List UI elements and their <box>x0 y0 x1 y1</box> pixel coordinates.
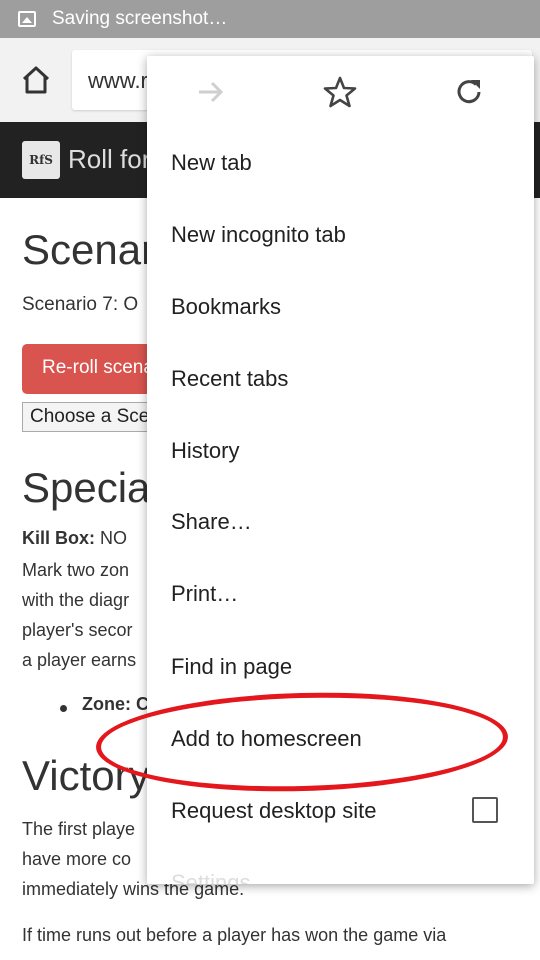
request-desktop-checkbox[interactable] <box>472 797 498 823</box>
image-icon <box>18 11 36 27</box>
refresh-icon[interactable] <box>451 74 487 110</box>
menu-item-history[interactable]: History <box>147 417 534 489</box>
status-bar: Saving screenshot… <box>0 0 540 38</box>
site-logo-text: RfS <box>29 153 53 167</box>
menu-item-add-to-homescreen[interactable]: Add to homescreen <box>147 705 534 777</box>
menu-item-print[interactable]: Print… <box>147 560 534 632</box>
menu-icon-row <box>147 56 534 128</box>
menu-item-new-tab[interactable]: New tab <box>147 129 534 201</box>
request-desktop-label: Request desktop site <box>171 798 377 823</box>
paragraph-line: a player earns <box>22 650 137 670</box>
overflow-menu: New tab New incognito tab Bookmarks Rece… <box>147 56 534 884</box>
home-icon[interactable] <box>16 60 56 100</box>
special-heading: Special <box>22 464 160 511</box>
bullet-dot <box>60 705 67 712</box>
status-text: Saving screenshot… <box>52 8 228 29</box>
victory-heading: Victory <box>22 752 150 799</box>
site-logo[interactable]: RfS <box>22 141 60 179</box>
victory-line: have more co <box>22 849 132 869</box>
kill-box-value: NO <box>95 528 128 548</box>
paragraph-line: player's secor <box>22 620 133 640</box>
kill-box-line: Kill Box: NO <box>22 528 127 549</box>
paragraph-line: Mark two zon <box>22 560 130 580</box>
menu-item-new-incognito-tab[interactable]: New incognito tab <box>147 201 534 273</box>
zone-label: Zone: C <box>82 694 149 714</box>
menu-item-settings[interactable]: Settings <box>147 849 534 884</box>
menu-item-request-desktop-site[interactable]: Request desktop site <box>147 777 534 849</box>
paragraph-line: with the diagr <box>22 590 130 610</box>
menu-item-recent-tabs[interactable]: Recent tabs <box>147 345 534 417</box>
final-line: If time runs out before a player has won… <box>22 925 447 945</box>
menu-item-find-in-page[interactable]: Find in page <box>147 633 534 705</box>
victory-line: The first playe <box>22 819 136 839</box>
star-icon[interactable] <box>322 74 358 110</box>
forward-arrow-icon[interactable] <box>193 74 229 110</box>
kill-box-label: Kill Box: <box>22 528 96 548</box>
menu-item-bookmarks[interactable]: Bookmarks <box>147 273 534 345</box>
scenario-line: Scenario 7: O <box>22 294 139 315</box>
menu-item-share[interactable]: Share… <box>147 488 534 560</box>
